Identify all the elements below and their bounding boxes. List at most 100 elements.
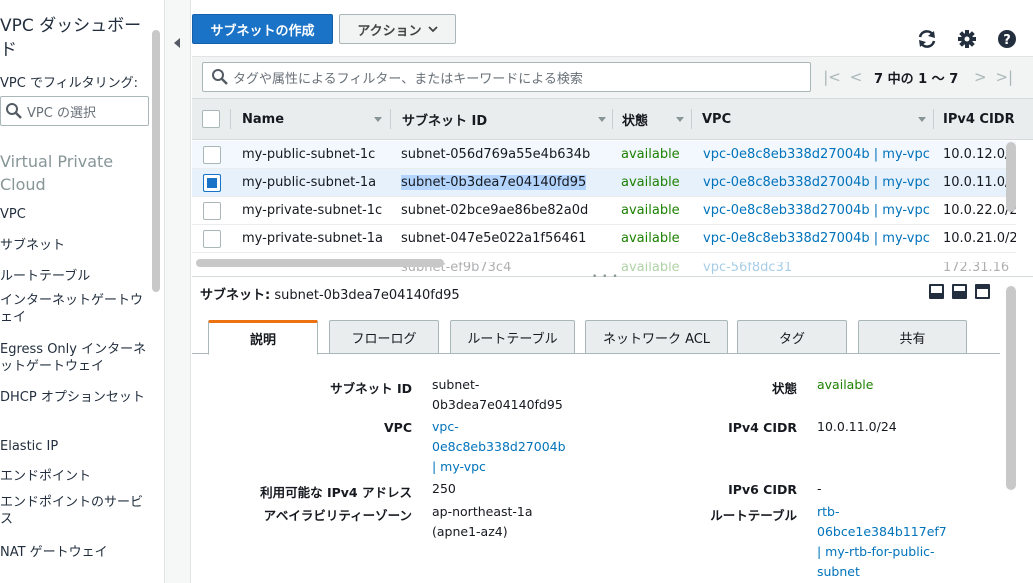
vpc-filter-placeholder: VPC の選択 bbox=[27, 105, 96, 121]
sidebar-item-internet-gateways[interactable]: インターネットゲートウェイ bbox=[0, 290, 150, 341]
vpc-filter-label: VPC でフィルタリング: bbox=[0, 76, 139, 91]
first-page-icon[interactable]: |< bbox=[820, 68, 844, 86]
state-label: 状態 bbox=[771, 381, 797, 396]
column-header-subnet-id[interactable]: サブネット ID bbox=[402, 99, 612, 139]
next-page-icon[interactable]: > bbox=[968, 68, 992, 86]
row-vpc-link[interactable]: vpc-0e8c8eb338d27004b | my-vpc bbox=[703, 169, 933, 197]
route-table-link[interactable]: rtb- 06bce1e384b117ef7 | my-rtb-for-publ… bbox=[817, 502, 947, 582]
actions-button-label: アクション bbox=[357, 23, 422, 39]
tab-description[interactable]: 説明 bbox=[208, 320, 318, 355]
table-vertical-scrollbar[interactable] bbox=[1006, 142, 1016, 212]
detail-title: サブネット: subnet-0b3dea7e04140fd95 bbox=[200, 288, 460, 303]
row-ipv4-cidr: 172.31.16 bbox=[943, 262, 1010, 274]
available-ipv4-value: 250 bbox=[432, 481, 456, 496]
tab-tags[interactable]: タグ bbox=[737, 320, 847, 354]
sort-icon bbox=[918, 117, 926, 122]
create-subnet-button[interactable]: サブネットの作成 bbox=[192, 14, 333, 44]
detail-scrollbar[interactable] bbox=[1006, 286, 1016, 490]
row-checkbox[interactable] bbox=[203, 146, 221, 164]
subnet-id-label: サブネット ID bbox=[330, 381, 412, 396]
layout-bottom-icon[interactable] bbox=[929, 284, 944, 299]
row-checkbox-checked[interactable] bbox=[203, 174, 221, 192]
tab-sharing[interactable]: 共有 bbox=[858, 320, 967, 354]
gear-icon[interactable] bbox=[956, 28, 978, 50]
sidebar-section-title: Virtual Private Cloud bbox=[0, 152, 114, 194]
sidebar-item-subnets[interactable]: サブネット bbox=[0, 237, 150, 268]
sidebar-item-dhcp-options[interactable]: DHCP オプションセット bbox=[0, 389, 150, 438]
availability-zone-value: ap-northeast-1a (apne1-az4) bbox=[432, 504, 533, 539]
column-header-ipv4-cidr[interactable]: IPv4 CIDR bbox=[943, 99, 1033, 139]
chevron-down-icon bbox=[428, 26, 438, 33]
table-row-selected[interactable]: my-public-subnet-1a subnet-0b3dea7e04140… bbox=[192, 169, 1016, 197]
vpc-filter-select[interactable]: VPC の選択 bbox=[0, 96, 149, 126]
column-header-state[interactable]: 状態 bbox=[622, 99, 690, 139]
availability-zone-label: アベイラビリティーゾーン bbox=[263, 508, 412, 523]
row-ipv4-cidr: 10.0.21.0/24 bbox=[943, 231, 1016, 246]
sidebar: VPC ダッシュボード VPC でフィルタリング: VPC の選択 Virtua… bbox=[0, 0, 150, 583]
row-vpc-link[interactable]: vpc-0e8c8eb338d27004b | my-vpc bbox=[703, 197, 933, 225]
row-name: my-public-subnet-1a bbox=[242, 175, 377, 190]
ipv6-cidr-label: IPv6 CIDR bbox=[728, 482, 797, 497]
row-state: available bbox=[621, 147, 680, 162]
column-header-vpc[interactable]: VPC bbox=[702, 99, 932, 139]
pagination-text: 7 中の 1 〜 7 bbox=[874, 71, 959, 87]
sidebar-item-endpoint-services[interactable]: エンドポイントのサービス bbox=[0, 492, 150, 544]
layout-split-icon[interactable] bbox=[952, 284, 967, 299]
subnet-id-value: subnet- 0b3dea7e04140fd95 bbox=[432, 377, 563, 412]
search-input[interactable]: タグや属性によるフィルター、またはキーワードによる検索 bbox=[202, 62, 811, 92]
table-row[interactable]: my-public-subnet-1c subnet-056d769a55e4b… bbox=[192, 141, 1016, 169]
collapse-sidebar-icon bbox=[174, 38, 180, 48]
sort-icon bbox=[598, 117, 606, 122]
vpc-label: VPC bbox=[383, 420, 412, 435]
sidebar-item-vpc[interactable]: VPC bbox=[0, 206, 150, 237]
row-state: available bbox=[621, 231, 680, 246]
column-header-name[interactable]: Name bbox=[242, 99, 388, 139]
sidebar-scrollbar[interactable] bbox=[152, 30, 160, 292]
row-subnet-id: subnet-047e5e022a1f56461 bbox=[401, 231, 587, 246]
svg-text:?: ? bbox=[1003, 33, 1011, 48]
row-name: my-public-subnet-1c bbox=[242, 147, 376, 162]
pagination: |< < 7 中の 1 〜 7 > >| bbox=[820, 62, 1016, 92]
sidebar-nav: VPC サブネット ルートテーブル インターネットゲートウェイ Egress O… bbox=[0, 206, 150, 568]
tab-network-acl[interactable]: ネットワーク ACL bbox=[585, 320, 728, 354]
row-state: available bbox=[621, 203, 680, 218]
ipv6-cidr-value: - bbox=[817, 481, 822, 496]
tab-flow-logs[interactable]: フローログ bbox=[329, 320, 439, 354]
available-ipv4-label: 利用可能な IPv4 アドレス bbox=[260, 485, 412, 500]
resize-handle[interactable]: • • • bbox=[592, 272, 619, 282]
table-horizontal-scrollbar[interactable] bbox=[196, 259, 444, 267]
actions-button[interactable]: アクション bbox=[339, 14, 456, 44]
search-icon bbox=[6, 103, 22, 119]
ipv4-cidr-label: IPv4 CIDR bbox=[728, 420, 797, 435]
sort-icon bbox=[676, 117, 684, 122]
tab-route-table[interactable]: ルートテーブル bbox=[450, 320, 575, 354]
last-page-icon[interactable]: >| bbox=[992, 68, 1016, 86]
row-subnet-id-highlighted: subnet-0b3dea7e04140fd95 bbox=[401, 175, 587, 190]
help-icon[interactable]: ? bbox=[996, 28, 1018, 50]
row-state: available bbox=[621, 262, 680, 274]
row-vpc-link[interactable]: vpc-0e8c8eb338d27004b | my-vpc bbox=[703, 141, 933, 169]
row-checkbox[interactable] bbox=[203, 230, 221, 248]
search-placeholder: タグや属性によるフィルター、またはキーワードによる検索 bbox=[233, 71, 583, 87]
sidebar-item-egress-only-gateways[interactable]: Egress Only インターネットゲートウェイ bbox=[0, 341, 150, 389]
sidebar-item-nat-gateways[interactable]: NAT ゲートウェイ bbox=[0, 544, 150, 568]
row-vpc-link[interactable]: vpc-56f8dc31 bbox=[703, 262, 933, 274]
sort-icon bbox=[374, 117, 382, 122]
select-all-checkbox[interactable] bbox=[202, 110, 220, 128]
refresh-icon[interactable] bbox=[916, 28, 938, 50]
sidebar-item-endpoints[interactable]: エンドポイント bbox=[0, 468, 150, 492]
row-name: my-private-subnet-1c bbox=[242, 203, 383, 218]
vpc-link[interactable]: vpc- 0e8c8eb338d27004b | my-vpc bbox=[432, 417, 566, 477]
sidebar-item-route-tables[interactable]: ルートテーブル bbox=[0, 268, 150, 290]
table-row[interactable]: my-private-subnet-1a subnet-047e5e022a1f… bbox=[192, 225, 1016, 253]
sidebar-collapse-toggle[interactable] bbox=[164, 0, 191, 583]
row-subnet-id: subnet-056d769a55e4b634b bbox=[401, 147, 591, 162]
table-row[interactable]: my-private-subnet-1c subnet-02bce9ae86be… bbox=[192, 197, 1016, 225]
select-all-checkbox-cell[interactable] bbox=[202, 99, 220, 139]
row-vpc-link[interactable]: vpc-0e8c8eb338d27004b | my-vpc bbox=[703, 225, 933, 253]
row-checkbox[interactable] bbox=[203, 202, 221, 220]
layout-top-icon[interactable] bbox=[975, 284, 990, 299]
prev-page-icon[interactable]: < bbox=[844, 68, 868, 86]
row-subnet-id: subnet-02bce9ae86be82a0d bbox=[401, 203, 589, 218]
sidebar-item-elastic-ip[interactable]: Elastic IP bbox=[0, 438, 150, 468]
